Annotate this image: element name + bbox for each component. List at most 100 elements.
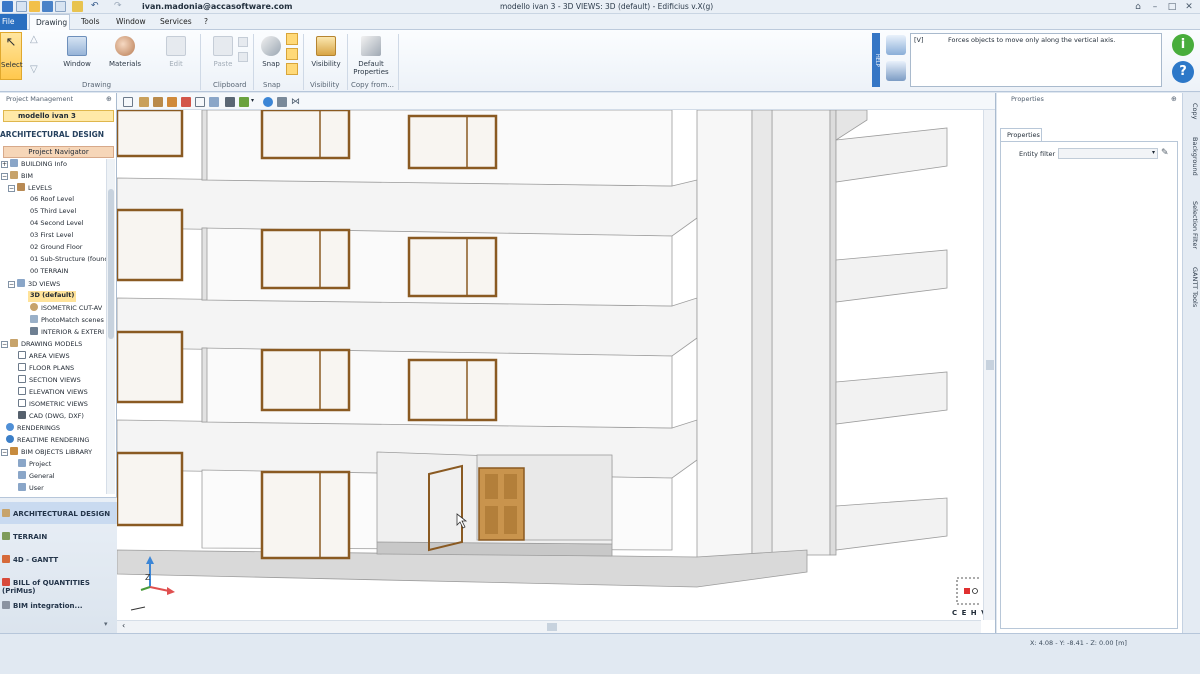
zoom-window-icon[interactable] [195,97,205,107]
tab-properties[interactable]: Properties [1000,128,1042,141]
floor-slab[interactable] [117,297,698,357]
tree-item-photomatch[interactable]: PhotoMatch scenes [30,315,104,326]
module-architectural-design[interactable]: ARCHITECTURAL DESIGN [0,502,117,524]
tree-item-level[interactable]: 02 Ground Floor [30,243,82,254]
share-icon[interactable]: ⋈ [291,97,301,107]
scrollbar-thumb[interactable] [547,623,557,631]
modules-menu-icon[interactable]: ▾ [104,620,108,628]
balcony[interactable] [835,497,948,551]
paste-button[interactable]: Paste [210,36,236,68]
slab-icon[interactable] [153,97,163,107]
menu-file[interactable]: File [0,14,27,30]
expander-icon[interactable]: − [1,173,8,180]
materials-button[interactable]: Materials [105,36,145,68]
window-button[interactable]: Window [60,36,94,68]
move-up-icon[interactable]: △ [30,34,38,45]
side-tab-background[interactable]: Background [1185,133,1199,195]
balcony[interactable] [835,249,948,303]
expander-icon[interactable]: − [8,185,15,192]
tree-item-isometric-views[interactable]: ISOMETRIC VIEWS [18,399,88,410]
undo-icon[interactable]: ↶ [91,1,102,12]
expander-icon[interactable]: + [1,161,8,168]
wall-icon[interactable] [139,97,149,107]
balcony[interactable] [835,371,948,425]
grid-icon[interactable] [123,97,133,107]
redo-icon[interactable]: ↷ [114,1,125,12]
minimize-icon[interactable]: – [1150,2,1160,12]
project-name[interactable]: modello ivan 3 [3,110,114,122]
tree-item-level[interactable]: 01 Sub-Structure (founc [30,255,108,266]
zoom-extents-icon[interactable] [209,97,219,107]
tree-item-library-user[interactable]: User [18,483,44,494]
entity-filter-select[interactable]: ▾ [1058,148,1158,159]
tree-scrollbar[interactable] [106,159,115,494]
side-tab-gantt-tools[interactable]: GANTT Tools [1185,263,1199,319]
tree-item-library-project[interactable]: Project [18,459,51,470]
help-strip[interactable]: HELP [872,33,880,87]
menu-drawing[interactable]: Drawing [29,14,70,31]
snap-grid-icon[interactable] [286,33,298,45]
tree-item-3d-default[interactable]: 3D (default) [28,291,77,302]
select-icon[interactable] [72,1,83,12]
menu-services[interactable]: Services [160,17,192,26]
module-gantt[interactable]: 4D - GANTT [0,548,117,570]
column[interactable] [696,110,753,571]
info-icon[interactable]: i [1172,34,1194,56]
display-help-icon[interactable] [886,61,906,81]
tree-item-library-general[interactable]: General [18,471,55,482]
project-navigator[interactable]: Project Navigator [3,146,114,158]
camera-icon[interactable] [225,97,235,107]
tree-item-level[interactable]: 00 TERRAIN [30,267,68,278]
tree-item-drawing-models[interactable]: − DRAWING MODELS [1,339,82,350]
tree-item-level[interactable]: 04 Second Level [30,219,83,230]
module-terrain[interactable]: TERRAIN [0,525,117,547]
terrain-view-icon[interactable] [239,97,249,107]
snap-button[interactable]: Snap [258,36,284,68]
tree-item-interior-exterior[interactable]: INTERIOR & EXTERI [30,327,104,338]
edit-button[interactable]: Edit [162,36,190,68]
tree-item-levels[interactable]: − LEVELS [8,183,52,194]
cut-icon[interactable] [238,52,248,62]
pin-icon[interactable]: ⊕ [106,95,112,103]
tree-item-isometric-cut[interactable]: ISOMETRIC CUT-AV [30,303,102,314]
copy-icon[interactable] [238,37,248,47]
close-icon[interactable]: ✕ [1184,2,1194,12]
tree-item-section-views[interactable]: SECTION VIEWS [18,375,81,386]
tree-item-level[interactable]: 03 First Level [30,231,73,242]
user-account[interactable]: ivan.madonia@accasoftware.com [142,2,293,11]
tree-item-area-views[interactable]: AREA VIEWS [18,351,70,362]
tree-item-level[interactable]: 05 Third Level [30,207,76,218]
walkthrough-icon[interactable] [277,97,287,107]
roof-icon[interactable] [167,97,177,107]
expander-icon[interactable]: − [8,281,15,288]
ribbon-toggle-icon[interactable]: ⌂ [1133,2,1143,12]
render-sphere-icon[interactable] [263,97,273,107]
tree-item-renderings[interactable]: RENDERINGS [6,423,60,434]
app-menu-icon[interactable] [2,1,13,12]
default-properties-button[interactable]: Default Properties [350,36,392,76]
snap-ortho-icon[interactable] [286,63,298,75]
3d-viewport[interactable]: ▾ ⋈ Z C E H V ‹ [117,93,996,633]
new-file-icon[interactable] [16,1,27,12]
expander-icon[interactable]: − [1,449,8,456]
select-button[interactable]: ↖ Select [0,32,23,80]
hide-icon[interactable] [181,97,191,107]
print-icon[interactable] [55,1,66,12]
question-help-icon[interactable] [886,35,906,55]
horizontal-scrollbar[interactable]: ‹ [117,620,981,633]
save-icon[interactable] [42,1,53,12]
menu-help[interactable]: ? [204,17,208,26]
balcony[interactable] [835,127,948,183]
side-tab-selection-filter[interactable]: Selection Filter [1185,197,1199,259]
scrollbar-thumb[interactable] [108,189,114,339]
pin-icon[interactable]: ⊕ [1171,95,1177,103]
dropdown-icon[interactable]: ▾ [251,97,257,107]
column[interactable] [771,110,831,556]
help-icon[interactable]: ? [1172,61,1194,83]
floor-slab[interactable] [117,177,698,237]
module-bim-integration[interactable]: BIM integration... [0,594,117,616]
open-folder-icon[interactable] [29,1,40,12]
tree-item-bim-objects-library[interactable]: − BIM OBJECTS LIBRARY [1,447,92,458]
tree-item-elevation-views[interactable]: ELEVATION VIEWS [18,387,88,398]
module-bill-of-quantities[interactable]: BILL of QUANTITIES (PriMus) [0,571,117,595]
